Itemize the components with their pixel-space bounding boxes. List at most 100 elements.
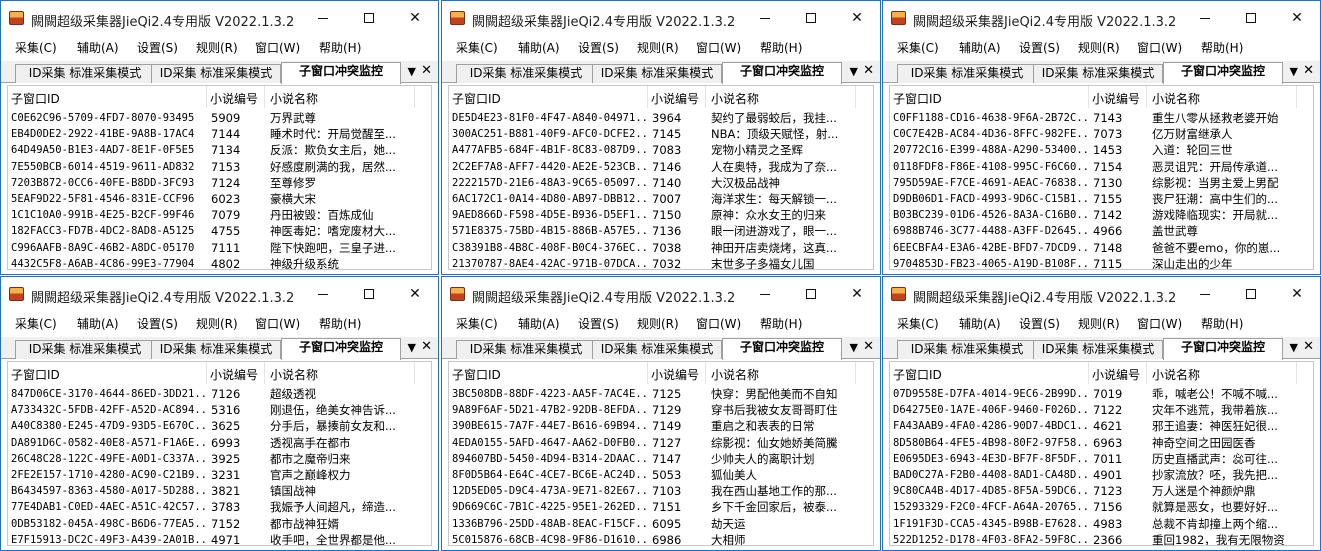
tab-id-collect-2[interactable]: ID采集 标准采集模式 [151, 64, 281, 83]
column-header-novel-name[interactable]: 小说名称 [270, 366, 318, 383]
table-row[interactable]: D64275E0-1A7E-406F-9460-F026D... 7122 灾年不逃… [890, 402, 1313, 418]
table-row[interactable]: 6AC172C1-0A14-4D80-AB97-DBB12... 7007 海洋求生… [449, 191, 873, 207]
maximize-button[interactable] [346, 5, 392, 31]
table-row[interactable]: 20772C16-E399-488A-A290-53400... 1453 入道：轮… [890, 142, 1313, 158]
table-row[interactable]: B03BC239-01D6-4526-8A3A-C16B0... 7142 游戏降临… [890, 207, 1313, 223]
tab-dropdown-icon[interactable]: ▼ [1290, 341, 1298, 354]
table-row[interactable]: 3BC508DB-88DF-4223-AA5F-7AC4E... 7125 快穿：男… [449, 386, 873, 402]
tab-conflict-monitor[interactable]: 子窗口冲突监控 [281, 62, 401, 84]
table-row[interactable]: C0E62C96-5709-4FD7-8070-93495 5909 万界武尊 [8, 110, 431, 126]
table-row[interactable]: 9A89F6AF-5D21-47B2-92DB-8EFDA... 7129 穿书后我… [449, 402, 873, 418]
column-divider[interactable] [414, 362, 415, 384]
minimize-button[interactable] [300, 5, 346, 31]
table-row[interactable]: C0C7E42B-AC84-4D36-8FFC-982FE... 7073 亿万财富… [890, 126, 1313, 142]
minimize-button[interactable] [300, 281, 346, 307]
tab-id-collect-2[interactable]: ID采集 标准采集模式 [592, 64, 722, 83]
column-header-subwindow-id[interactable]: 子窗口ID [452, 366, 501, 383]
menu-help[interactable]: 帮助(H) [760, 315, 802, 332]
tab-id-collect-2[interactable]: ID采集 标准采集模式 [151, 340, 281, 359]
tab-id-collect-2[interactable]: ID采集 标准采集模式 [1033, 340, 1163, 359]
table-row[interactable]: C996AAFB-8A9C-46B2-A8DC-05170 7111 陛下快跑吧，三… [8, 240, 431, 256]
column-divider[interactable] [705, 362, 706, 384]
table-row[interactable]: 847D06CE-3170-4644-86ED-3DD21... 7126 超级透视 [8, 386, 431, 402]
table-row[interactable]: 0DB53182-045A-498C-B6D6-77EA5... 7152 都市战神… [8, 516, 431, 532]
maximize-button[interactable] [788, 281, 834, 307]
table-row[interactable]: 522D1252-D178-4F03-8FA2-59F8C... 2366 重回19… [890, 532, 1313, 545]
conflict-list[interactable]: 子窗口ID 小说编号 小说名称 DE5D4E23-81F0-4F47-A840-… [448, 85, 874, 270]
menu-rules[interactable]: 规则(R) [1078, 315, 1120, 332]
menu-window[interactable]: 窗口(W) [255, 315, 300, 332]
menu-settings[interactable]: 设置(S) [578, 39, 619, 56]
tab-conflict-monitor[interactable]: 子窗口冲突监控 [281, 338, 401, 360]
menu-help[interactable]: 帮助(H) [1201, 39, 1243, 56]
column-header-novel-number[interactable]: 小说编号 [210, 90, 258, 107]
column-divider[interactable] [1296, 86, 1297, 108]
tab-close-icon[interactable]: ✕ [421, 63, 432, 78]
column-divider[interactable] [414, 86, 415, 108]
tab-conflict-monitor[interactable]: 子窗口冲突监控 [722, 338, 842, 360]
column-divider[interactable] [705, 86, 706, 108]
minimize-button[interactable] [1182, 5, 1228, 31]
column-divider[interactable] [1088, 362, 1089, 384]
menu-rules[interactable]: 规则(R) [196, 39, 238, 56]
table-row[interactable]: 390BE615-7A7F-44E7-B616-69B94... 7149 重启之和… [449, 418, 873, 434]
column-divider[interactable] [1088, 86, 1089, 108]
tab-dropdown-icon[interactable]: ▼ [850, 65, 858, 78]
menu-assist[interactable]: 辅助(A) [959, 39, 1001, 56]
table-row[interactable]: C0FF1188-CD16-4638-9F6A-2B72C... 7143 重生八零… [890, 110, 1313, 126]
menu-settings[interactable]: 设置(S) [578, 315, 619, 332]
table-row[interactable]: 15293329-F2C0-4FCF-A64A-20765... 7156 就算是恶… [890, 499, 1313, 515]
table-row[interactable]: 5C015876-68CB-4C98-9F86-D1610... 6986 大相师 [449, 532, 873, 545]
column-header-novel-name[interactable]: 小说名称 [1152, 366, 1200, 383]
title-bar[interactable]: 闕闕超级采集器JieQi2.4专用版 V2022.1.3.2 ✕ [1, 1, 438, 35]
menu-assist[interactable]: 辅助(A) [518, 315, 560, 332]
table-row[interactable]: 21370787-8AE4-42AC-971B-07DCA... 7032 末世多子… [449, 256, 873, 269]
menu-help[interactable]: 帮助(H) [319, 315, 361, 332]
table-row[interactable]: 2C2EF7A8-AFF7-4420-AE2E-523CB... 7146 人在奥特… [449, 159, 873, 175]
table-row[interactable]: DE5D4E23-81F0-4F47-A840-04971... 3964 契约了最… [449, 110, 873, 126]
conflict-list[interactable]: 子窗口ID 小说编号 小说名称 07D9558E-D7FA-4014-9EC6-… [889, 361, 1314, 546]
menu-assist[interactable]: 辅助(A) [959, 315, 1001, 332]
conflict-list[interactable]: 子窗口ID 小说编号 小说名称 847D06CE-3170-4644-86ED-… [7, 361, 432, 546]
table-row[interactable]: E0695DE3-6943-4E3D-BF7F-8F5DF... 7011 历史直播… [890, 451, 1313, 467]
menu-collect[interactable]: 采集(C) [456, 39, 498, 56]
menu-settings[interactable]: 设置(S) [137, 315, 178, 332]
table-row[interactable]: 894607BD-5450-4D94-B314-2DAAC... 7147 少帅夫人… [449, 451, 873, 467]
table-row[interactable]: A477AFB5-684F-4B1F-8C83-087D9... 7083 宠物小精… [449, 142, 873, 158]
table-row[interactable]: 5EAF9D22-5F81-4546-831E-CCF96 6023 豪横大宋 [8, 191, 431, 207]
tab-close-icon[interactable]: ✕ [421, 339, 432, 354]
tab-conflict-monitor[interactable]: 子窗口冲突监控 [1163, 338, 1283, 360]
maximize-button[interactable] [346, 281, 392, 307]
column-header-subwindow-id[interactable]: 子窗口ID [11, 90, 60, 107]
table-row[interactable]: C38391B8-4B8C-408F-B0C4-376EC... 7038 神田开店… [449, 240, 873, 256]
menu-assist[interactable]: 辅助(A) [518, 39, 560, 56]
table-row[interactable]: E7F15913-DC2C-49F3-A439-2A01B... 4971 收手吧，… [8, 532, 431, 545]
tab-close-icon[interactable]: ✕ [1303, 63, 1314, 78]
table-row[interactable]: A40C8380-E245-47D9-93D5-E670C... 3625 分手后，… [8, 418, 431, 434]
tab-id-collect-1[interactable]: ID采集 标准采集模式 [456, 340, 596, 359]
column-header-subwindow-id[interactable]: 子窗口ID [11, 366, 60, 383]
column-header-novel-name[interactable]: 小说名称 [711, 90, 759, 107]
tab-dropdown-icon[interactable]: ▼ [408, 341, 416, 354]
column-header-novel-number[interactable]: 小说编号 [651, 366, 699, 383]
maximize-button[interactable] [1228, 281, 1274, 307]
column-divider[interactable] [264, 362, 265, 384]
menu-collect[interactable]: 采集(C) [897, 315, 939, 332]
column-divider[interactable] [206, 362, 207, 384]
table-row[interactable]: 4432C5F8-A6AB-4C86-99E3-77904 4802 神级升级系统 [8, 256, 431, 269]
tab-id-collect-1[interactable]: ID采集 标准采集模式 [15, 340, 155, 359]
tab-dropdown-icon[interactable]: ▼ [850, 341, 858, 354]
table-row[interactable]: FA43AAB9-4FA0-4286-90D7-4BDC1... 4621 邪王追妻… [890, 418, 1313, 434]
title-bar[interactable]: 闕闕超级采集器JieQi2.4专用版 V2022.1.3.2 ✕ [1, 277, 438, 311]
menu-collect[interactable]: 采集(C) [456, 315, 498, 332]
table-row[interactable]: 571E8375-75BD-4B15-886B-A57E5... 7136 眼一闭进… [449, 223, 873, 239]
tab-close-icon[interactable]: ✕ [1303, 339, 1314, 354]
close-button[interactable]: ✕ [1274, 5, 1320, 31]
table-row[interactable]: BAD0C27A-F2B0-4408-8AD1-CA48D... 4901 抄家流放… [890, 467, 1313, 483]
table-row[interactable]: 1F191F3D-CCA5-4345-B98B-E7628... 4983 总裁不肯… [890, 516, 1313, 532]
title-bar[interactable]: 闕闕超级采集器JieQi2.4专用版 V2022.1.3.2 ✕ [442, 277, 880, 311]
table-row[interactable]: 9D669C6C-7B1C-4225-95E1-262ED... 7151 乡下千金… [449, 499, 873, 515]
menu-collect[interactable]: 采集(C) [15, 39, 57, 56]
tab-id-collect-2[interactable]: ID采集 标准采集模式 [592, 340, 722, 359]
table-row[interactable]: 182FACC3-FD7B-4DC2-8AD8-A5125 4755 神医毒妃：嗜宠… [8, 223, 431, 239]
